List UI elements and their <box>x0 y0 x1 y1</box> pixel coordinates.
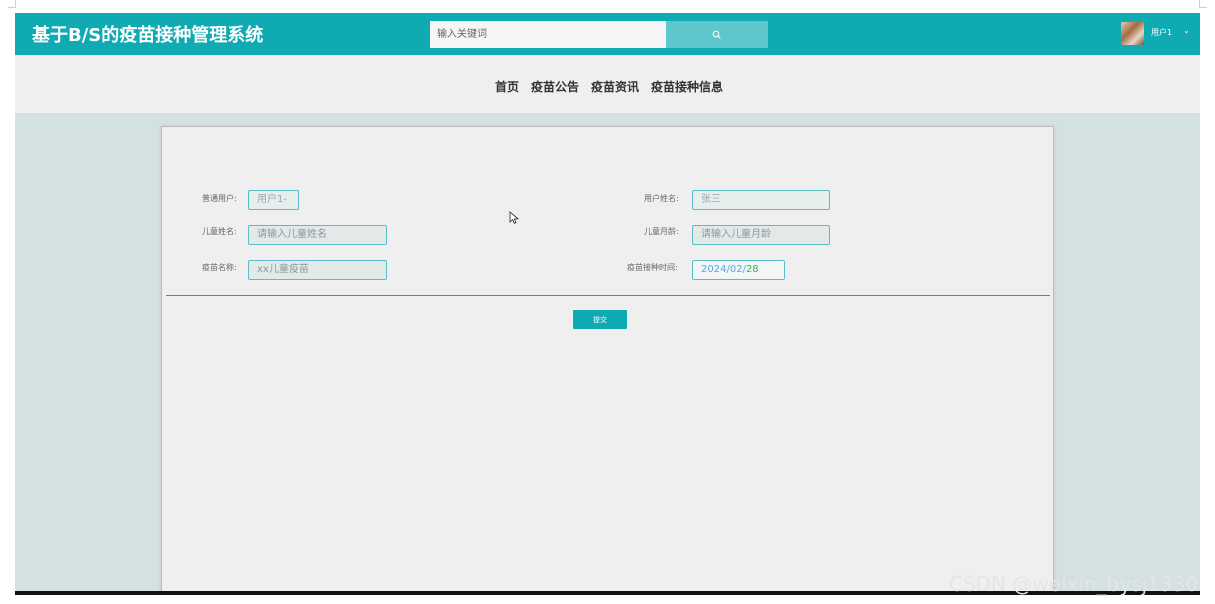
date-year: 2024 <box>701 264 727 275</box>
date-month: 02 <box>729 264 743 275</box>
vaccine-name-label: 疫苗名称: <box>202 263 237 272</box>
date-day: 28 <box>745 264 759 275</box>
nav-item-vaccine-notice[interactable]: 疫苗公告 <box>531 78 579 95</box>
search-icon <box>712 30 721 39</box>
nav-item-home[interactable]: 首页 <box>495 78 519 95</box>
vaccine-name-field[interactable]: xx儿童疫苗 <box>248 260 387 280</box>
vaccination-time-label: 疫苗接种时间: <box>627 263 678 272</box>
vaccination-form-card: 普通用户: 用户1- 用户姓名: 张三 儿童姓名: 请输入儿童姓名 儿童月龄: … <box>161 126 1054 591</box>
search-button[interactable] <box>666 21 768 48</box>
normal-user-field: 用户1- <box>248 190 299 210</box>
user-name[interactable]: 用户1 <box>1151 27 1172 38</box>
watermark: CSDN @weixin_bysj1330 <box>949 572 1199 596</box>
mouse-cursor-icon <box>509 211 520 224</box>
form-divider <box>166 295 1050 296</box>
search-input[interactable] <box>430 21 666 48</box>
user-name-label: 用户姓名: <box>644 194 679 203</box>
window-corner-left <box>8 0 16 8</box>
nav-item-vaccine-news[interactable]: 疫苗资讯 <box>591 78 639 95</box>
child-age-label: 儿童月龄: <box>644 227 679 236</box>
chevron-down-icon[interactable]: ⌄ <box>1183 26 1190 35</box>
user-name-field: 张三 <box>692 190 830 210</box>
submit-button[interactable]: 提交 <box>573 310 627 329</box>
site-title: 基于B/S的疫苗接种管理系统 <box>32 25 264 46</box>
nav-item-vaccination-info[interactable]: 疫苗接种信息 <box>651 78 723 95</box>
child-name-field[interactable]: 请输入儿童姓名 <box>248 225 387 245</box>
top-header: 基于B/S的疫苗接种管理系统 用户1 ⌄ <box>15 13 1200 55</box>
nav-menu: 首页 疫苗公告 疫苗资讯 疫苗接种信息 <box>495 78 723 95</box>
child-age-field[interactable]: 请输入儿童月龄 <box>692 225 830 245</box>
browser-page: 基于B/S的疫苗接种管理系统 用户1 ⌄ 首页 疫苗公告 疫苗资讯 疫苗接种信息… <box>15 13 1200 591</box>
normal-user-label: 普通用户: <box>202 194 237 203</box>
avatar[interactable] <box>1121 22 1144 45</box>
window-corner-right <box>1199 0 1207 8</box>
vaccination-date-field[interactable]: 2024/02/28 <box>692 260 785 280</box>
main-nav: 首页 疫苗公告 疫苗资讯 疫苗接种信息 <box>15 55 1200 113</box>
child-name-label: 儿童姓名: <box>202 227 237 236</box>
